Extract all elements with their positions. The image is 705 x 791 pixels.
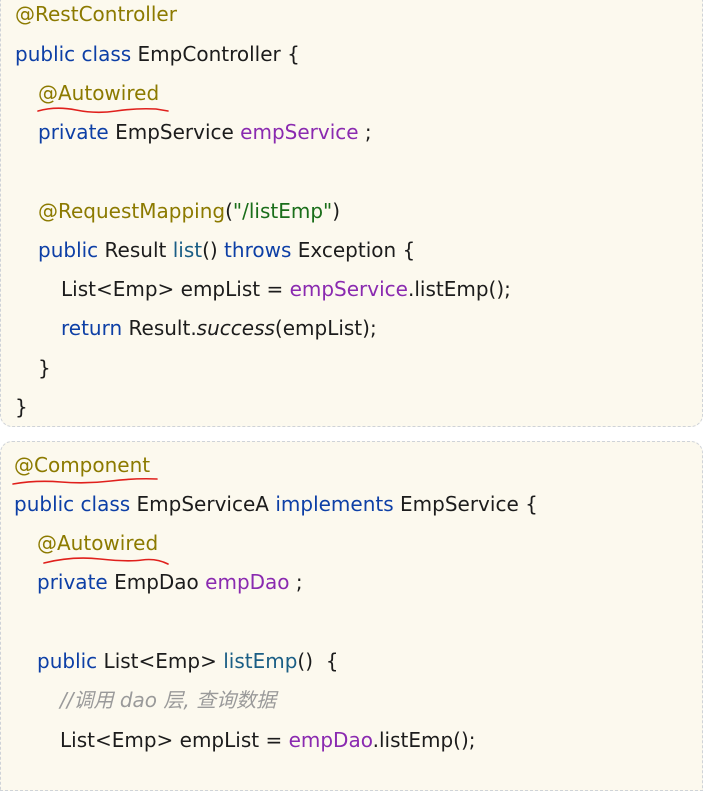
code-line-comment: //调用 dao 层, 查询数据 — [60, 686, 276, 714]
paren-close: ) — [332, 199, 341, 223]
annotation-requestmapping: @RequestMapping — [38, 199, 226, 223]
return-type: List<Emp> — [103, 649, 224, 673]
code-line-list-assignment: List<Emp> empList = empService.listEmp()… — [61, 275, 511, 303]
keyword-public: public — [38, 238, 105, 262]
annotation-component: @Component — [14, 453, 151, 477]
static-method-success: success — [196, 316, 275, 340]
field-reference: empDao — [288, 728, 373, 752]
keyword-throws: throws — [224, 238, 292, 262]
code-line-method-close-brace: } — [38, 354, 51, 382]
interface-name: EmpService { — [393, 492, 538, 516]
return-type: Result — [104, 238, 173, 262]
annotation-autowired: @Autowired — [37, 531, 159, 555]
code-comment: //调用 dao 层, 查询数据 — [60, 688, 277, 712]
brace: { — [280, 42, 300, 66]
code-line-component-annotation: @Component — [14, 451, 150, 479]
keyword-return: return — [61, 316, 129, 340]
parens-and-brace: () { — [297, 649, 339, 673]
red-underline-autowired-1 — [37, 107, 169, 114]
paren-open: ( — [225, 199, 233, 223]
code-line-class-close-brace: } — [15, 393, 28, 421]
code-line-method-declaration: public Result list() throws Exception { — [38, 236, 415, 264]
method-name: list — [172, 238, 203, 262]
class-name: EmpController — [137, 42, 281, 66]
code-line-list-assignment-2: List<Emp> empList = empDao.listEmp(); — [60, 726, 476, 754]
field-name: empService — [240, 120, 359, 144]
semicolon: ; — [289, 570, 303, 594]
code-line-class-declaration: public class EmpController { — [15, 40, 300, 68]
keyword-implements: implements — [275, 492, 394, 516]
red-underline-autowired-2 — [43, 557, 169, 565]
exception-type: Exception { — [291, 238, 416, 262]
field-name: empDao — [205, 570, 290, 594]
keyword-public: public — [37, 649, 104, 673]
method-call: .listEmp(); — [407, 277, 511, 301]
class-name: EmpServiceA — [136, 492, 276, 516]
red-underline-component — [12, 477, 158, 485]
code-line-requestmapping: @RequestMapping("/listEmp") — [38, 197, 340, 225]
call-args: (empList); — [274, 316, 377, 340]
code-line-restcontroller-annotation: @RestController — [15, 0, 177, 28]
assignment-lhs: List<Emp> empList = — [60, 728, 289, 752]
field-reference: empService — [289, 277, 408, 301]
code-line-return-statement: return Result.success(empList); — [61, 314, 377, 342]
keyword-private: private — [38, 120, 116, 144]
closing-brace: } — [15, 395, 28, 419]
type-name: EmpService — [115, 120, 241, 144]
assignment-lhs: List<Emp> empList = — [61, 277, 290, 301]
keyword-public-class: public class — [14, 492, 137, 516]
semicolon: ; — [358, 120, 372, 144]
code-line-method-declaration-2: public List<Emp> listEmp() { — [37, 647, 338, 675]
closing-brace: } — [38, 356, 51, 380]
method-name: listEmp — [223, 649, 298, 673]
code-line-autowired-annotation: @Autowired — [38, 79, 159, 107]
type-name: EmpDao — [114, 570, 206, 594]
result-class: Result. — [128, 316, 197, 340]
annotation-autowired: @Autowired — [38, 81, 160, 105]
code-line-field-declaration: private EmpService empService ; — [38, 118, 372, 146]
keyword-public-class: public class — [15, 42, 138, 66]
string-literal: "/listEmp" — [232, 199, 333, 223]
parens: () — [202, 238, 225, 262]
code-line-field-declaration-2: private EmpDao empDao ; — [37, 568, 303, 596]
code-line-class-declaration-2: public class EmpServiceA implements EmpS… — [14, 490, 538, 518]
annotation-restcontroller: @RestController — [15, 2, 177, 26]
keyword-private: private — [37, 570, 115, 594]
code-line-autowired-annotation-2: @Autowired — [37, 529, 158, 557]
method-call: .listEmp(); — [372, 728, 476, 752]
